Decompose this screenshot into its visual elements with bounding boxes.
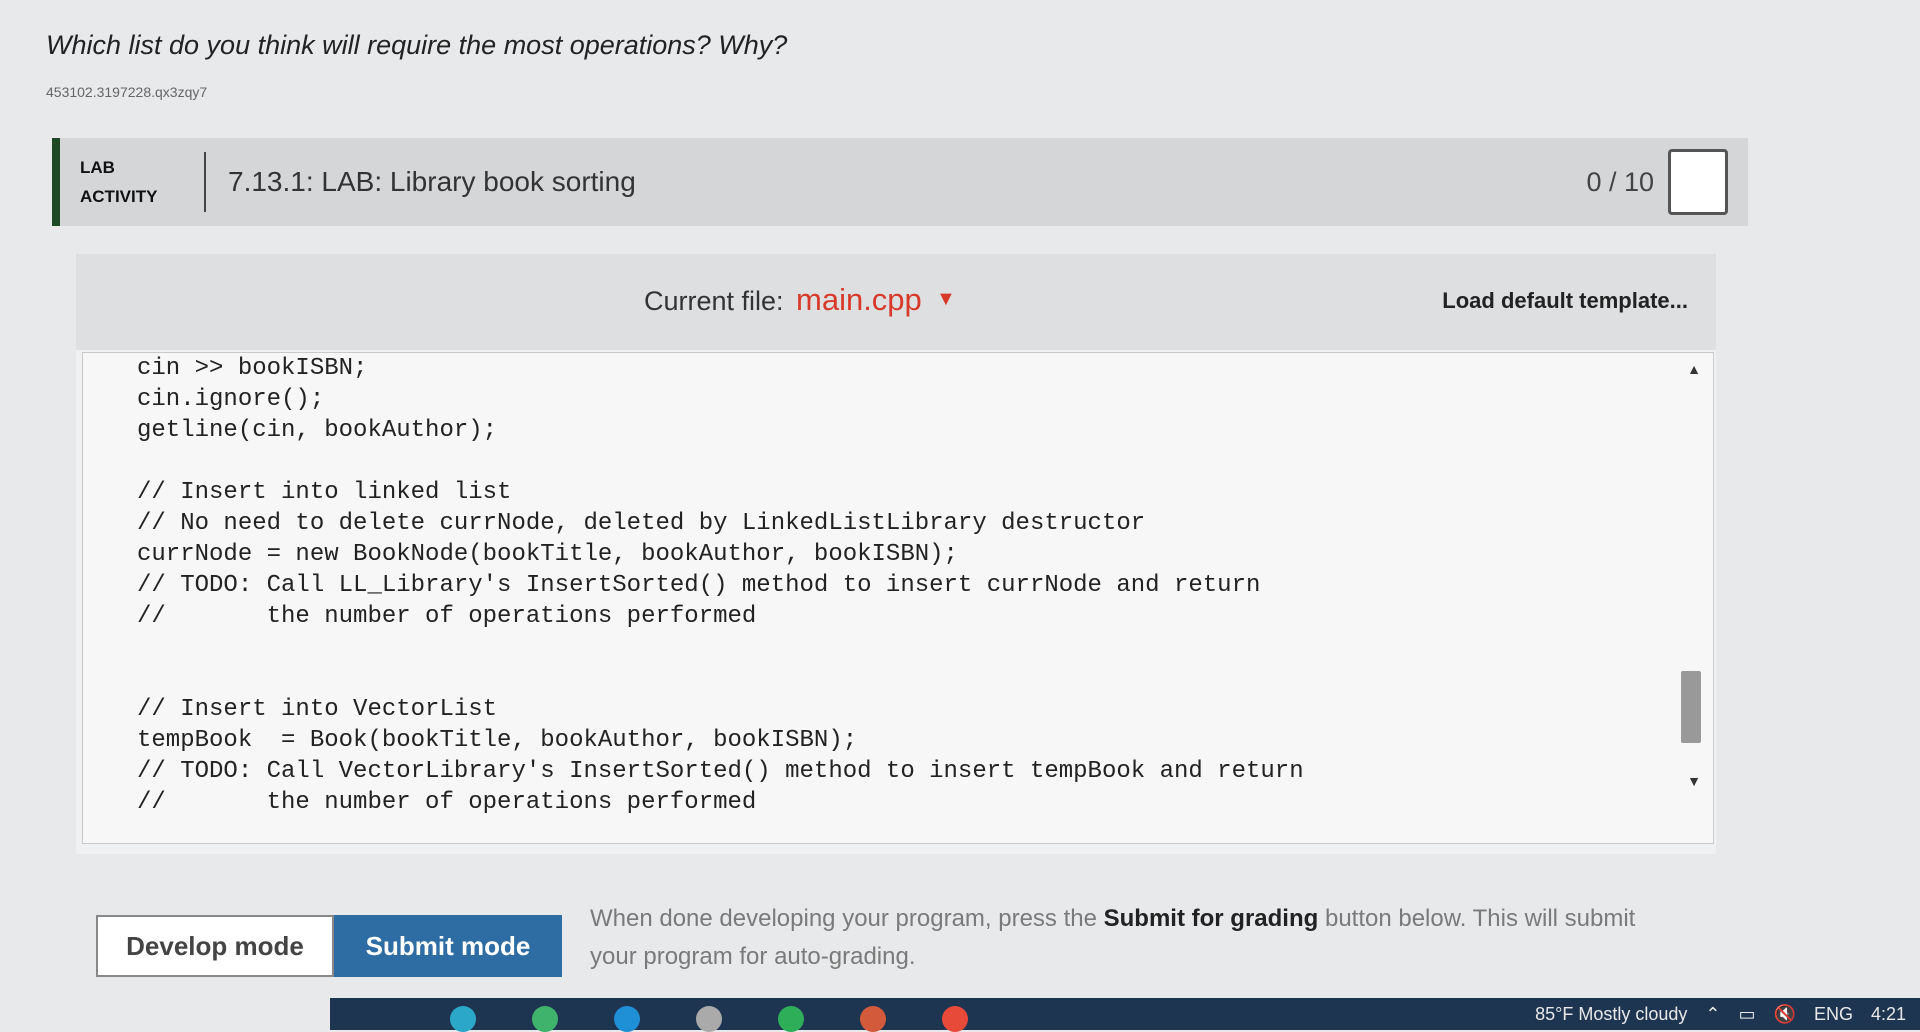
clock[interactable]: 4:21	[1871, 1004, 1906, 1025]
volume-icon[interactable]: 🔇	[1774, 1004, 1796, 1025]
lab-tag-line1: LAB	[80, 158, 115, 177]
file-toolbar: Current file: main.cpp ▼ Load default te…	[76, 254, 1716, 350]
scroll-up-icon[interactable]: ▲	[1687, 361, 1701, 377]
develop-mode-button[interactable]: Develop mode	[96, 915, 334, 977]
mode-desc-bold: Submit for grading	[1103, 905, 1319, 932]
score-display: 0 / 10	[1586, 166, 1654, 197]
lab-tag-line2: ACTIVITY	[80, 187, 158, 206]
mode-desc-before: When done developing your program, press…	[590, 905, 1104, 932]
chevron-up-icon[interactable]: ⌃	[1705, 1004, 1720, 1025]
app-icon[interactable]	[450, 1006, 476, 1032]
question-text: Which list do you think will require the…	[46, 30, 788, 60]
weather-widget[interactable]: 85°F Mostly cloudy	[1535, 1004, 1687, 1025]
mode-description: When done developing your program, press…	[590, 900, 1670, 976]
editor-scrollbar[interactable]: ▲ ▼	[1673, 353, 1713, 843]
scrollbar-thumb[interactable]	[1681, 671, 1701, 743]
current-file-label: Current file:	[644, 286, 784, 316]
windows-taskbar: 85°F Mostly cloudy ⌃ ▭ 🔇 ENG 4:21	[330, 998, 1920, 1032]
submit-mode-button[interactable]: Submit mode	[334, 915, 562, 977]
header-divider	[204, 152, 206, 212]
completion-box	[1668, 149, 1728, 215]
app-icon[interactable]	[614, 1006, 640, 1032]
current-file-dropdown[interactable]: main.cpp	[796, 282, 922, 318]
lab-activity-tag: LAB ACTIVITY	[60, 153, 204, 211]
mode-toggle: Develop mode Submit mode	[96, 915, 562, 977]
app-icon[interactable]	[696, 1006, 722, 1032]
app-icon[interactable]	[532, 1006, 558, 1032]
lab-title: 7.13.1: LAB: Library book sorting	[228, 166, 636, 197]
app-icon[interactable]	[860, 1006, 886, 1032]
app-icon[interactable]	[942, 1006, 968, 1032]
lab-activity-header: LAB ACTIVITY 7.13.1: LAB: Library book s…	[52, 138, 1748, 226]
code-editor[interactable]: cin >> bookISBN; cin.ignore(); getline(c…	[82, 352, 1714, 844]
chevron-down-icon[interactable]: ▼	[936, 288, 956, 311]
system-tray: 85°F Mostly cloudy ⌃ ▭ 🔇 ENG 4:21	[1535, 998, 1920, 1030]
network-icon[interactable]: ▭	[1739, 1004, 1756, 1025]
scroll-down-icon[interactable]: ▼	[1687, 773, 1701, 789]
code-text[interactable]: cin >> bookISBN; cin.ignore(); getline(c…	[137, 353, 1304, 818]
taskbar-apps	[450, 1006, 968, 1032]
load-default-template-link[interactable]: Load default template...	[1442, 288, 1688, 314]
editor-panel: Current file: main.cpp ▼ Load default te…	[76, 254, 1716, 854]
language-indicator[interactable]: ENG	[1814, 1004, 1853, 1025]
chrome-icon[interactable]	[778, 1006, 804, 1032]
question-id: 453102.3197228.qx3zqy7	[46, 84, 208, 100]
